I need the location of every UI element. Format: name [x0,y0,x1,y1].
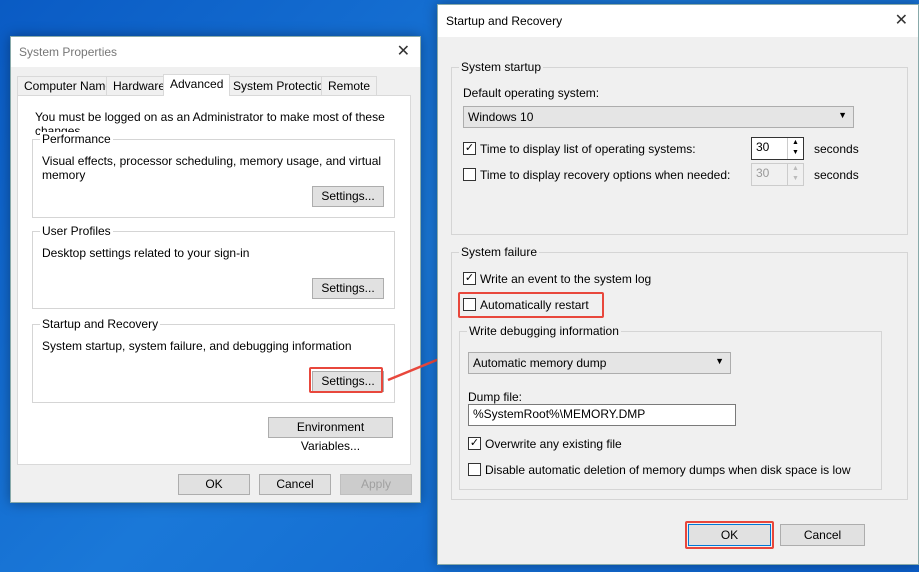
spinner-value: 30 [756,166,770,180]
overwrite-label: Overwrite any existing file [485,437,622,451]
group-label: System failure [459,245,540,259]
highlight-box [685,521,774,549]
title-bar: Startup and Recovery ✕ [438,5,918,37]
chevron-down-icon: ▼ [715,356,724,366]
seconds-label: seconds [814,142,859,156]
dump-file-label: Dump file: [468,390,523,404]
highlight-box [458,292,604,318]
write-event-checkbox[interactable]: ✓ [463,272,476,285]
default-os-select[interactable]: Windows 10 ▼ [463,106,854,128]
dialog-title: Startup and Recovery [446,14,563,28]
overwrite-checkbox[interactable]: ✓ [468,437,481,450]
debug-type-select[interactable]: Automatic memory dump ▼ [468,352,731,374]
default-os-label: Default operating system: [463,86,600,100]
cancel-button[interactable]: Cancel [780,524,865,546]
select-value: Windows 10 [468,110,534,124]
time-list-spinner[interactable]: 30 ▲ ▼ [751,137,804,160]
tab-advanced[interactable]: Advanced [163,74,231,96]
select-value: Automatic memory dump [473,356,607,370]
time-list-label: Time to display list of operating system… [480,142,696,156]
time-recovery-checkbox[interactable] [463,168,476,181]
spin-arrows-icon: ▲ ▼ [787,164,803,185]
close-icon[interactable]: ✕ [895,5,908,37]
time-recovery-label: Time to display recovery options when ne… [480,168,731,182]
write-event-label: Write an event to the system log [480,272,652,286]
seconds-label: seconds [814,168,859,182]
group-label: Write debugging information [467,324,621,338]
group-label: System startup [459,60,544,74]
time-list-checkbox[interactable]: ✓ [463,142,476,155]
spin-arrows-icon[interactable]: ▲ ▼ [787,138,803,159]
spinner-value: 30 [756,140,770,154]
time-recovery-spinner: 30 ▲ ▼ [751,163,804,186]
dump-file-input[interactable]: %SystemRoot%\MEMORY.DMP [468,404,736,426]
chevron-down-icon: ▼ [838,110,847,120]
disable-deletion-label: Disable automatic deletion of memory dum… [485,463,851,477]
disable-deletion-checkbox[interactable] [468,463,481,476]
